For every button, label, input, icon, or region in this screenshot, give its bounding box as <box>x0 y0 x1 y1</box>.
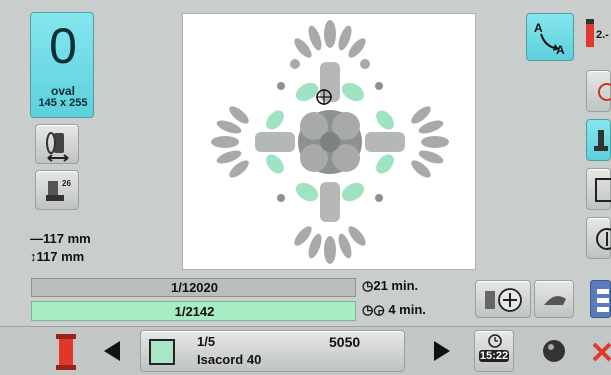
move-design-button[interactable] <box>475 280 531 318</box>
tension-label: 2.- <box>596 29 609 41</box>
height-readout: ↕117 mm <box>30 249 85 264</box>
sequence-icon <box>597 289 609 312</box>
move-design-icon <box>485 288 522 312</box>
presser-foot-lift-icon <box>544 296 566 305</box>
thread-name: Isacord 40 <box>197 352 262 367</box>
hoop-position-button[interactable] <box>35 124 79 164</box>
color-index: 1/5 <box>197 334 216 349</box>
thread-tension-indicator[interactable]: 2.- <box>583 13 611 61</box>
presser-foot-down-icon <box>594 130 608 151</box>
sequence-button[interactable] <box>590 280 611 318</box>
embroidery-design <box>211 20 449 264</box>
center-hoop-button[interactable] <box>586 217 611 259</box>
trim-icon <box>598 83 611 101</box>
hoop-size: 145 x 255 <box>38 97 88 109</box>
cancel-button[interactable] <box>586 332 611 372</box>
clock-icon <box>488 334 502 348</box>
thread-color-swatch <box>149 339 175 365</box>
clock-button[interactable]: 15:22 <box>474 330 514 372</box>
design-direction-button[interactable]: A A <box>526 13 574 61</box>
svg-text:A: A <box>534 21 543 35</box>
design-preview-canvas[interactable] <box>182 13 476 270</box>
hoop-selection-button[interactable]: 0 oval 145 x 255 <box>30 12 94 118</box>
direction-icon: A A <box>534 21 565 57</box>
thread-trim-button[interactable] <box>586 70 611 112</box>
hoop-icon <box>46 132 69 162</box>
hoop-big-digit: 0 <box>49 18 77 74</box>
presser-foot-button[interactable]: 26 <box>35 170 79 210</box>
clock-icon: ◷ <box>362 278 374 293</box>
svg-text:A: A <box>556 43 565 57</box>
presser-foot-icon: 26 <box>46 179 71 201</box>
thread-spool[interactable] <box>52 332 80 372</box>
color-counter: 1/2142 <box>174 304 215 319</box>
stitch-progress-bar[interactable]: 1/12020 <box>31 278 356 297</box>
presser-foot-position-button[interactable] <box>586 119 611 161</box>
previous-color-button[interactable] <box>98 336 126 366</box>
width-arrow-icon: — <box>30 231 43 246</box>
thread-spool-icon <box>56 334 76 370</box>
cancel-icon <box>592 342 611 362</box>
arrow-right-icon <box>434 341 450 361</box>
color-progress-bar[interactable]: 1/2142 <box>31 301 356 321</box>
hoop-center-icon <box>596 228 611 250</box>
thread-cutter-button[interactable] <box>534 280 574 318</box>
arrow-left-icon <box>104 341 120 361</box>
color-clock-icon: ◷◶ <box>362 302 385 317</box>
total-time-readout: ◷21 min. <box>362 278 419 293</box>
color-time-readout: ◷◶ 4 min. <box>362 302 426 317</box>
svg-text:26: 26 <box>62 179 71 188</box>
color-info-panel[interactable]: 1/5 Isacord 40 5050 <box>140 330 405 372</box>
frame-button[interactable] <box>586 168 611 210</box>
clock-time: 15:22 <box>479 350 509 362</box>
stitch-counter: 1/12020 <box>171 280 218 295</box>
width-readout: —117 mm <box>30 231 91 246</box>
stitch-icon <box>543 340 565 362</box>
hoop-name: oval <box>50 84 75 98</box>
stitch-button[interactable] <box>537 334 571 368</box>
thread-code: 5050 <box>329 334 361 350</box>
next-color-button[interactable] <box>428 336 456 366</box>
frame-icon <box>595 178 611 202</box>
